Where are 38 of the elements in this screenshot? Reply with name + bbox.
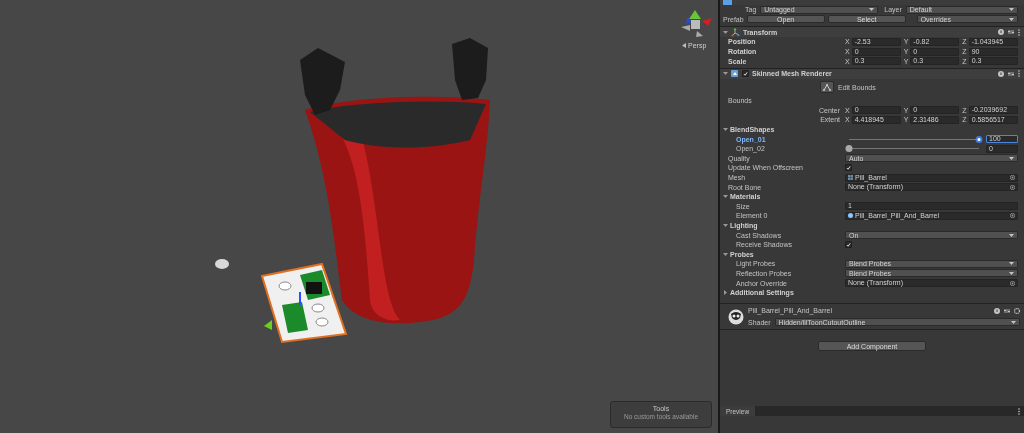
sliders-icon[interactable] (1004, 307, 1010, 314)
slider-thumb[interactable] (975, 135, 983, 143)
triangle-icon[interactable] (682, 43, 686, 48)
help-icon[interactable] (994, 307, 1000, 314)
caret-icon (1009, 233, 1014, 237)
caret-icon (1011, 320, 1016, 324)
settings-icon[interactable] (1014, 307, 1020, 314)
sliders-icon[interactable] (1008, 70, 1014, 77)
checkbox[interactable] (845, 241, 852, 249)
target-icon[interactable] (1010, 280, 1015, 286)
target-icon[interactable] (1010, 175, 1015, 180)
foldout-arrow-icon[interactable] (723, 290, 728, 296)
material-preview-icon (728, 308, 744, 325)
foldout-arrow-icon[interactable] (723, 194, 728, 200)
bounds-icon (823, 83, 831, 92)
help-icon[interactable] (998, 70, 1004, 77)
foldout-arrow-icon[interactable] (723, 223, 728, 228)
checkbox[interactable] (742, 70, 749, 78)
help-icon[interactable] (998, 29, 1004, 36)
cube-icon (723, 0, 732, 5)
transform-icon (731, 27, 740, 37)
foldout-arrow-icon[interactable] (723, 71, 728, 77)
foldout-arrow-icon[interactable] (723, 251, 728, 257)
sphere-drawing (215, 259, 229, 269)
caret-icon (1009, 156, 1014, 160)
foldout-arrow-icon[interactable] (723, 29, 728, 35)
axis-gizmo-drawing (681, 10, 712, 37)
sphere-icon (848, 213, 853, 219)
foldout-arrow-icon[interactable] (723, 127, 728, 133)
sliders-icon[interactable] (1008, 29, 1014, 36)
mesh-icon (848, 175, 853, 180)
mesh-renderer-icon (731, 69, 739, 79)
bounds-edit-button[interactable] (820, 81, 834, 94)
checkbox[interactable] (845, 164, 852, 172)
caret-icon (869, 8, 875, 12)
slider-thumb[interactable] (845, 145, 853, 153)
target-icon[interactable] (1010, 184, 1015, 190)
target-icon[interactable] (1010, 213, 1015, 219)
